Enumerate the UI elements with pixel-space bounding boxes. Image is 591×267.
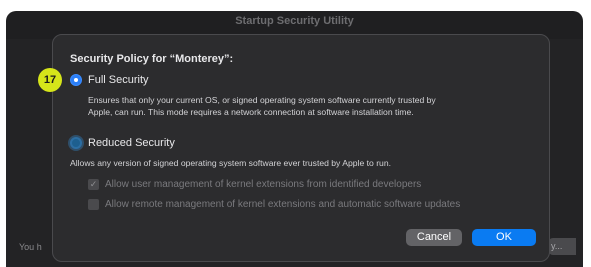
full-security-description: Ensures that only your current OS, or si… — [88, 94, 436, 118]
window-title: Startup Security Utility — [235, 15, 354, 27]
ok-button[interactable]: OK — [472, 229, 536, 246]
full-security-radio[interactable] — [70, 74, 82, 86]
full-security-option[interactable]: Full Security — [70, 74, 149, 86]
security-policy-sheet: Security Policy for “Monterey”: Full Sec… — [52, 34, 550, 262]
remote-kext-checkbox[interactable] — [88, 199, 99, 210]
full-security-description-line1: Ensures that only your current OS, or si… — [88, 95, 436, 105]
step-badge: 17 — [38, 68, 62, 92]
reduced-security-option[interactable]: Reduced Security — [70, 137, 175, 149]
background-partial-button[interactable]: y... — [548, 238, 576, 255]
user-kext-label[interactable]: Allow user management of kernel extensio… — [105, 179, 421, 190]
remote-kext-label[interactable]: Allow remote management of kernel extens… — [105, 199, 460, 210]
checkbox-row-remote-kext[interactable]: Allow remote management of kernel extens… — [88, 199, 460, 210]
reduced-security-radio[interactable] — [70, 137, 82, 149]
reduced-security-description: Allows any version of signed operating s… — [70, 158, 391, 168]
reduced-security-label[interactable]: Reduced Security — [88, 137, 175, 149]
sheet-heading: Security Policy for “Monterey”: — [70, 53, 234, 65]
checkbox-row-user-kext[interactable]: ✓ Allow user management of kernel extens… — [88, 179, 421, 190]
full-security-label[interactable]: Full Security — [88, 74, 149, 86]
cancel-button[interactable]: Cancel — [406, 229, 462, 246]
user-kext-checkbox[interactable]: ✓ — [88, 179, 99, 190]
background-partial-text: You h — [19, 242, 42, 252]
full-security-description-line2: Apple, can run. This mode requires a net… — [88, 107, 414, 117]
